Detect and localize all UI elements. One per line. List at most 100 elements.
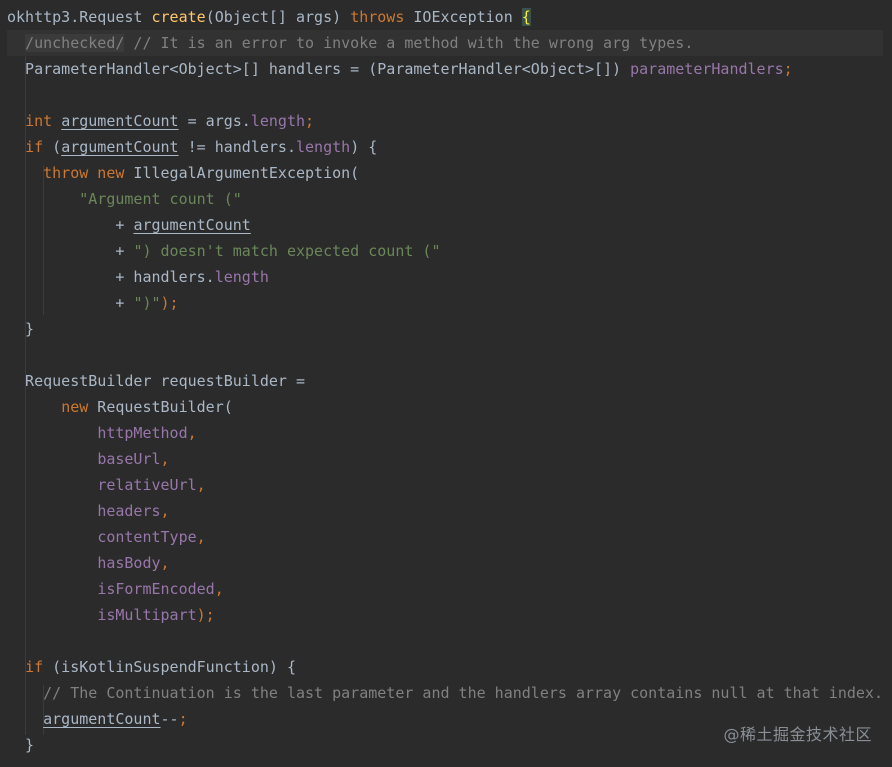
code-line[interactable]: RequestBuilder requestBuilder = xyxy=(7,368,883,394)
code-line[interactable]: /unchecked/ // It is an error to invoke … xyxy=(7,30,883,56)
code-token: if xyxy=(25,138,44,156)
code-line[interactable]: isMultipart); xyxy=(7,602,883,628)
code-token: okhttp3.Request xyxy=(7,8,152,26)
code-token: isFormEncoded xyxy=(97,580,215,598)
code-line[interactable]: + ")"); xyxy=(7,290,883,316)
code-line[interactable]: + ") doesn't match expected count (" xyxy=(7,238,883,264)
code-token: relativeUrl xyxy=(97,476,197,494)
code-token: ); xyxy=(196,606,215,624)
code-lines[interactable]: okhttp3.Request create(Object[] args) th… xyxy=(7,4,883,758)
code-token: + handlers. xyxy=(7,268,215,286)
code-line[interactable]: ParameterHandler<Object>[] handlers = (P… xyxy=(7,56,883,82)
code-line[interactable]: new RequestBuilder( xyxy=(7,394,883,420)
code-line[interactable]: + argumentCount xyxy=(7,212,883,238)
code-token: argumentCount xyxy=(43,710,161,728)
code-token: { xyxy=(521,8,531,26)
code-line[interactable]: throw new IllegalArgumentException( xyxy=(7,160,883,186)
code-token: + xyxy=(7,294,134,312)
code-line[interactable]: httpMethod, xyxy=(7,420,883,446)
code-token: length xyxy=(296,138,351,156)
code-token: , xyxy=(196,476,206,494)
code-line[interactable]: baseUrl, xyxy=(7,446,883,472)
code-editor[interactable]: okhttp3.Request create(Object[] args) th… xyxy=(0,0,892,767)
code-token: IOException xyxy=(404,8,522,26)
code-token: , xyxy=(160,502,170,520)
code-token: } xyxy=(7,320,35,338)
code-token: length xyxy=(214,268,269,286)
code-line[interactable]: ​ xyxy=(7,628,883,654)
code-token: argumentCount xyxy=(61,138,179,156)
code-token: ")" xyxy=(133,294,161,312)
code-token: // The Continuation is the last paramete… xyxy=(43,684,883,702)
code-token: + xyxy=(7,216,134,234)
code-line[interactable]: contentType, xyxy=(7,524,883,550)
code-token: + xyxy=(7,242,134,260)
code-line[interactable]: + handlers.length xyxy=(7,264,883,290)
code-token: if xyxy=(25,658,44,676)
code-token: throw new xyxy=(43,164,125,182)
code-token: , xyxy=(196,528,206,546)
code-line[interactable]: headers, xyxy=(7,498,883,524)
code-token: , xyxy=(214,580,224,598)
code-token: IllegalArgumentException( xyxy=(124,164,360,182)
code-token: hasBody xyxy=(97,554,161,572)
code-token: contentType xyxy=(97,528,197,546)
code-token: "Argument count (" xyxy=(79,190,242,208)
code-line[interactable]: isFormEncoded, xyxy=(7,576,883,602)
code-token: /unchecked/ xyxy=(25,34,125,52)
code-token: ); xyxy=(160,294,179,312)
code-token: argumentCount xyxy=(61,112,179,130)
code-line[interactable]: "Argument count (" xyxy=(7,186,883,212)
code-token: (Object[] args) xyxy=(205,8,351,26)
code-line[interactable]: ​ xyxy=(7,82,883,108)
code-line[interactable]: if (isKotlinSuspendFunction) { xyxy=(7,654,883,680)
code-token: } xyxy=(7,736,35,754)
code-token: new xyxy=(61,398,89,416)
code-token: // It is an error to invoke a method wit… xyxy=(124,34,694,52)
code-line[interactable]: okhttp3.Request create(Object[] args) th… xyxy=(7,4,883,30)
code-token: ( xyxy=(43,138,62,156)
code-token: , xyxy=(160,554,170,572)
code-line[interactable]: ​ xyxy=(7,342,883,368)
code-line[interactable]: } xyxy=(7,316,883,342)
watermark: @稀土掘金技术社区 xyxy=(723,725,872,744)
code-token: RequestBuilder( xyxy=(88,398,233,416)
code-token: headers xyxy=(97,502,161,520)
code-line[interactable]: if (argumentCount != handlers.length) { xyxy=(7,134,883,160)
code-token: (isKotlinSuspendFunction) { xyxy=(43,658,296,676)
code-token: , xyxy=(160,450,170,468)
code-token: ; xyxy=(178,710,188,728)
code-token: ) { xyxy=(350,138,378,156)
code-token: isMultipart xyxy=(97,606,197,624)
code-token: throws xyxy=(350,8,405,26)
code-line[interactable]: relativeUrl, xyxy=(7,472,883,498)
code-token: RequestBuilder requestBuilder = xyxy=(7,372,306,390)
code-token: != handlers. xyxy=(178,138,296,156)
code-token: ; xyxy=(783,60,793,78)
code-token: baseUrl xyxy=(97,450,161,468)
code-token: ParameterHandler<Object>[] handlers = (P… xyxy=(7,60,631,78)
code-token: ") doesn't match expected count (" xyxy=(133,242,441,260)
code-token: argumentCount xyxy=(133,216,251,234)
code-line[interactable]: hasBody, xyxy=(7,550,883,576)
code-line[interactable]: int argumentCount = args.length; xyxy=(7,108,883,134)
code-token: = args. xyxy=(178,112,251,130)
code-line[interactable]: // The Continuation is the last paramete… xyxy=(7,680,883,706)
